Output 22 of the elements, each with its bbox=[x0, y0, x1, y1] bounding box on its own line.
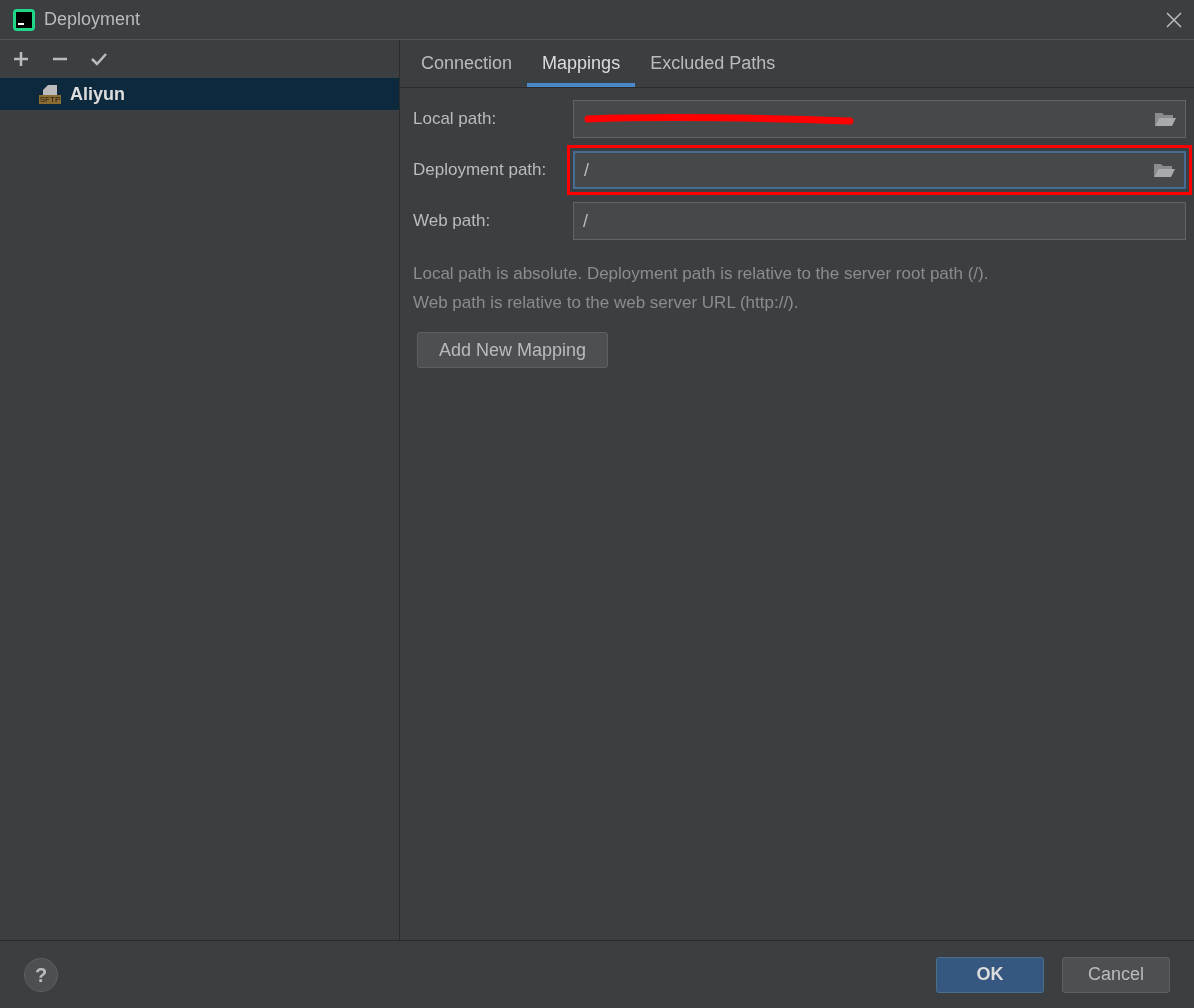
tab[interactable]: Mappings bbox=[527, 40, 636, 87]
app-logo-icon bbox=[12, 7, 36, 32]
folder-icon[interactable] bbox=[1154, 111, 1176, 127]
hint-text: Web path is relative to the web server URL (http://). bbox=[413, 291, 800, 314]
hint-text: Local path is absolute. Deployment path is relative to the server root path (/). bbox=[413, 263, 990, 285]
path-field[interactable]: / bbox=[573, 151, 1186, 189]
cancel-button[interactable]: Cancel bbox=[1062, 956, 1170, 993]
field-label: Local path: bbox=[413, 108, 498, 131]
field-label: Web path: bbox=[413, 210, 492, 233]
add-icon[interactable] bbox=[12, 50, 30, 68]
help-button[interactable]: ? bbox=[24, 957, 58, 992]
window-title: Deployment bbox=[44, 8, 141, 31]
server-item[interactable]: SFTP Aliyun bbox=[0, 78, 399, 110]
add-new-mapping-button[interactable]: Add New Mapping bbox=[417, 332, 609, 368]
path-field[interactable]: / bbox=[573, 202, 1186, 240]
field-label: Deployment path: bbox=[413, 159, 548, 182]
tab[interactable]: Excluded Paths bbox=[635, 40, 791, 87]
tab[interactable]: Connection bbox=[406, 40, 528, 87]
folder-icon[interactable] bbox=[1153, 162, 1175, 178]
ok-button[interactable]: OK bbox=[936, 956, 1044, 993]
path-field[interactable] bbox=[573, 100, 1186, 138]
close-icon[interactable] bbox=[1166, 11, 1182, 28]
